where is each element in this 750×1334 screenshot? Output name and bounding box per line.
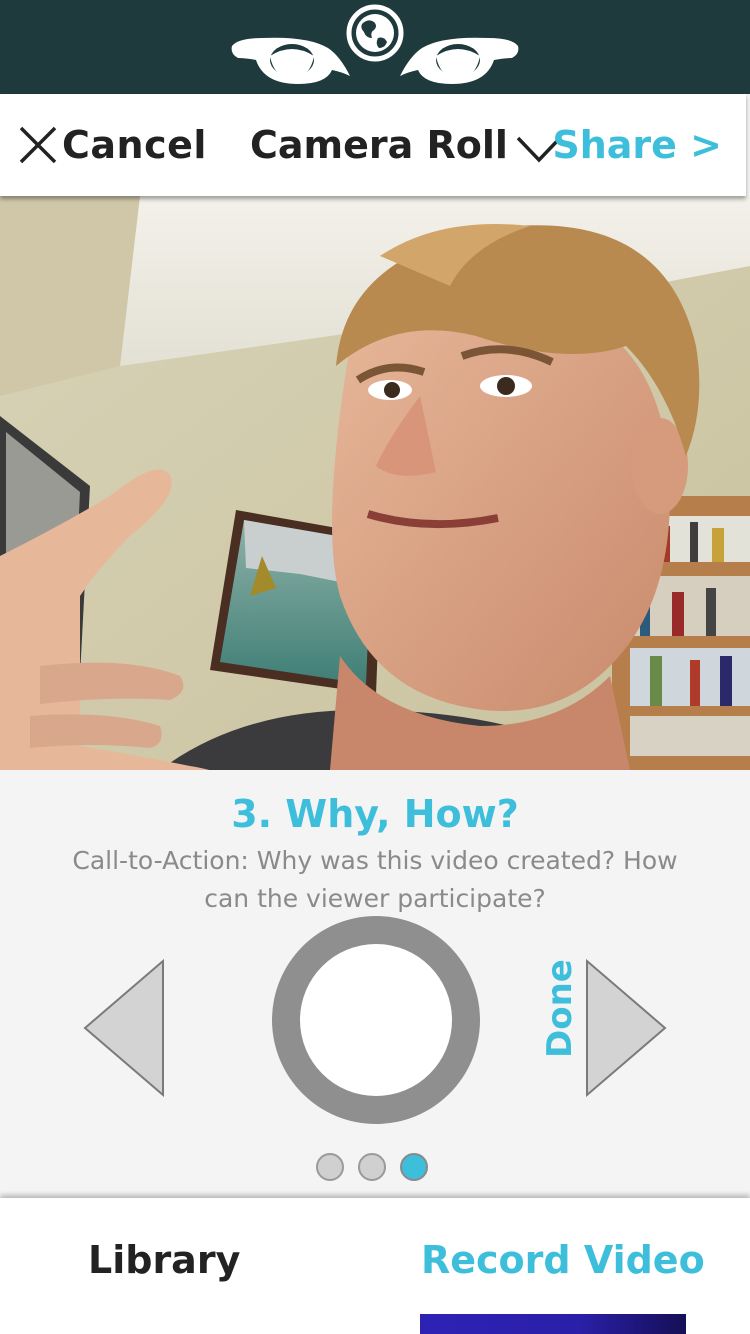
brand-bar	[0, 0, 750, 94]
tab-bar: Library Record Video	[0, 1198, 750, 1334]
preview-image	[0, 196, 750, 770]
album-label: Camera Roll	[250, 123, 508, 167]
globe-eyes-logo	[231, 4, 519, 84]
page-dot-active	[400, 1153, 428, 1181]
done-button[interactable]: Done	[540, 959, 580, 1058]
cancel-button[interactable]: Cancel	[18, 120, 207, 170]
record-button-inner	[300, 944, 452, 1096]
page-dot	[316, 1153, 344, 1181]
app-screen: Cancel Camera Roll Share > 3. Why, How? …	[0, 0, 750, 1334]
nav-bar: Cancel Camera Roll Share >	[0, 94, 746, 196]
tab-library[interactable]: Library	[88, 1238, 240, 1282]
tab-record-video[interactable]: Record Video	[421, 1238, 705, 1282]
close-icon	[19, 126, 57, 164]
prompt-panel: 3. Why, How? Call-to-Action: Why was thi…	[0, 770, 750, 1198]
page-dot	[358, 1153, 386, 1181]
album-picker[interactable]: Camera Roll	[250, 120, 562, 170]
step-title: 3. Why, How?	[231, 792, 519, 836]
active-tab-indicator	[420, 1314, 686, 1334]
right-arrow-icon[interactable]	[584, 958, 668, 1098]
share-button[interactable]: Share >	[552, 120, 722, 170]
page-indicator	[316, 1153, 442, 1181]
video-preview[interactable]	[0, 196, 750, 770]
cancel-label: Cancel	[62, 123, 207, 167]
record-button[interactable]	[272, 916, 480, 1124]
left-arrow-icon[interactable]	[82, 958, 166, 1098]
step-description: Call-to-Action: Why was this video creat…	[72, 846, 678, 913]
